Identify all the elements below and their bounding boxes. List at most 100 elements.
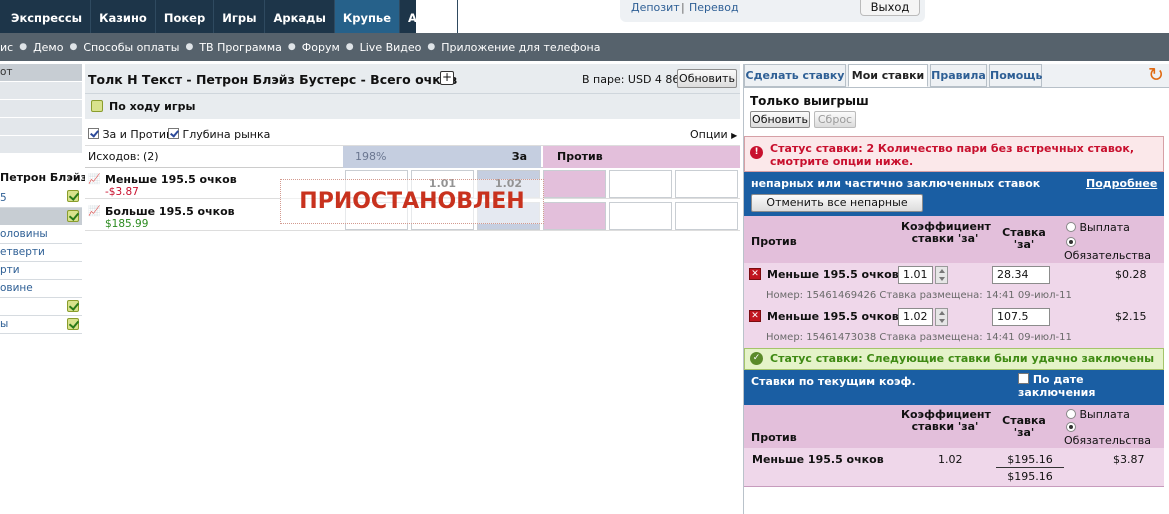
sidebar-item[interactable] (0, 118, 82, 136)
unmatched-bet-row: ✕ Меньше 195.5 очков 1.01 28.34 $0.28 Но… (744, 263, 1164, 305)
subnav-item-live[interactable]: Live Видео (354, 41, 428, 54)
subnav-item-0[interactable]: ис (0, 41, 19, 54)
subnav-item-forum[interactable]: Форум (296, 41, 346, 54)
sidebar-item-label: ы (0, 318, 9, 330)
odds-column-label: Коэффициент ставки 'за' (901, 220, 991, 245)
sidebar-item[interactable]: овине (0, 280, 82, 298)
refresh-button[interactable]: Обновить (677, 69, 737, 88)
radio[interactable] (1066, 222, 1076, 232)
tab-rules[interactable]: Правила (930, 64, 987, 87)
payout-option[interactable]: Выплата (1066, 221, 1130, 234)
odds-stepper[interactable] (935, 308, 948, 326)
sidebar-event-title[interactable]: Петрон Блэйз (0, 168, 87, 188)
sidebar-item[interactable]: рти (0, 262, 82, 280)
lay-cell-2[interactable] (609, 202, 672, 230)
status-success-text: Статус ставки: Следующие ставки были уда… (770, 352, 1155, 365)
subnav-item-payments[interactable]: Способы оплаты (77, 41, 185, 54)
nav-tab-promotions[interactable]: Акции (400, 0, 459, 33)
sidebar-item[interactable]: 5 (0, 188, 82, 208)
transfer-link[interactable]: Перевод (689, 1, 739, 14)
add-favorite-icon[interactable]: + (440, 71, 454, 85)
lay-column-label: Против (751, 431, 797, 444)
checkbox[interactable] (1018, 373, 1029, 384)
sidebar-item-selected[interactable] (0, 208, 82, 226)
sidebar-item[interactable]: етверти (0, 244, 82, 262)
checkbox[interactable] (88, 128, 99, 139)
more-link[interactable]: Подробнее (1086, 177, 1157, 190)
payout-label: Выплата (1079, 221, 1130, 234)
liability-label: Обязательства (1064, 249, 1152, 262)
sidebar-item[interactable]: от (0, 64, 82, 82)
odds-stepper[interactable] (935, 266, 948, 284)
exit-button[interactable]: Выход (860, 0, 920, 16)
subnav-item-mobile[interactable]: Приложение для телефона (435, 41, 606, 54)
cancel-bet-icon[interactable]: ✕ (749, 268, 761, 280)
lay-header: Против (557, 150, 603, 163)
caret-right-icon: ▶ (731, 131, 738, 140)
subnav-item-demo[interactable]: Демо (27, 41, 69, 54)
dot-icon: ● (19, 42, 28, 52)
tab-place-bet[interactable]: Сделать ставку (744, 64, 846, 87)
lay-cell-best[interactable] (543, 202, 606, 230)
dot-icon: ● (185, 42, 194, 52)
chart-icon[interactable]: 📈 (88, 174, 100, 185)
nav-tab-croupier[interactable]: Крупье (334, 0, 401, 33)
radio[interactable] (1066, 422, 1076, 432)
tab-my-bets[interactable]: Мои ставки (848, 64, 928, 87)
lay-cell-3[interactable] (675, 170, 738, 198)
sidebar-item[interactable] (0, 82, 82, 100)
liability-option[interactable] (1066, 421, 1076, 434)
sidebar: от Петрон Блэйз 5 оловины етверти рти ов… (0, 64, 87, 514)
cancel-bet-icon[interactable]: ✕ (749, 310, 761, 322)
back-column-header: 198% За (343, 146, 541, 168)
deposit-link[interactable]: Депозит (631, 1, 680, 14)
inplay-row: По ходу игры (85, 94, 740, 119)
runner-name: Больше 195.5 очков (105, 205, 235, 218)
stake-column-label: Ставка 'за' (1002, 414, 1046, 439)
nav-tab-poker[interactable]: Покер (156, 0, 215, 33)
sub-nav: ис ● Демо ● Способы оплаты ● ТВ Программа ● … (0, 33, 1169, 61)
checkbox[interactable] (168, 128, 179, 139)
odds-input[interactable]: 1.01 (898, 266, 933, 284)
cancel-all-unmatched-button[interactable]: Отменить все непарные ставки (751, 194, 923, 225)
stake-column-label: Ставка 'за' (1002, 226, 1046, 251)
lay-cell-2[interactable] (609, 170, 672, 198)
nav-tab-casino[interactable]: Казино (91, 0, 156, 33)
outcomes-label: Исходов: (88, 150, 141, 163)
nav-tab-games[interactable]: Игры (214, 0, 266, 33)
unmatched-column-header: Против Коэффициент ставки 'за' Ставка 'з… (744, 216, 1164, 263)
tab-help[interactable]: Помощь (989, 64, 1042, 87)
nav-tab-arcade[interactable]: Аркады (265, 0, 335, 33)
refresh-bets-button[interactable]: Обновить (750, 111, 810, 128)
suspended-overlay: ПРИОСТАНОВЛЕН (280, 179, 544, 224)
chart-icon[interactable]: 📈 (88, 206, 100, 217)
sidebar-item[interactable] (0, 298, 82, 316)
nav-tab-express[interactable]: Экспрессы (0, 0, 92, 33)
sidebar-item[interactable] (0, 136, 82, 154)
account-separator: | (681, 1, 685, 14)
sidebar-item[interactable]: оловины (0, 226, 82, 244)
column-header: Исходов: (2) 198% За Против (85, 146, 740, 168)
subnav-item-tv[interactable]: ТВ Программа (193, 41, 288, 54)
lay-cell-3[interactable] (675, 202, 738, 230)
liability-option[interactable] (1066, 236, 1076, 249)
sidebar-item[interactable]: ы (0, 316, 82, 334)
stake-input[interactable]: 107.5 (992, 308, 1050, 326)
radio[interactable] (1066, 409, 1076, 419)
options-link[interactable]: Опции ▶ (690, 128, 737, 141)
reset-button[interactable]: Сброс (814, 111, 856, 128)
payout-option[interactable]: Выплата (1066, 408, 1130, 421)
stake-input[interactable]: 28.34 (992, 266, 1050, 284)
lay-cell-best[interactable] (543, 170, 606, 198)
matched-title: Ставки по текущим коэф. (751, 375, 916, 388)
odds-input[interactable]: 1.02 (898, 308, 933, 326)
sidebar-item-label: 5 (0, 192, 7, 204)
bet-liability: $0.28 (1115, 268, 1147, 281)
sidebar-item[interactable] (0, 100, 82, 118)
depth-option[interactable]: Глубина рынка (168, 128, 270, 141)
radio[interactable] (1066, 237, 1076, 247)
by-date-option[interactable]: По дате заключения (1018, 373, 1164, 399)
refresh-arrow-icon[interactable]: ↻ (1142, 64, 1169, 88)
back-lay-option[interactable]: За и Против (88, 128, 172, 141)
lay-column-label: Против (751, 235, 797, 248)
